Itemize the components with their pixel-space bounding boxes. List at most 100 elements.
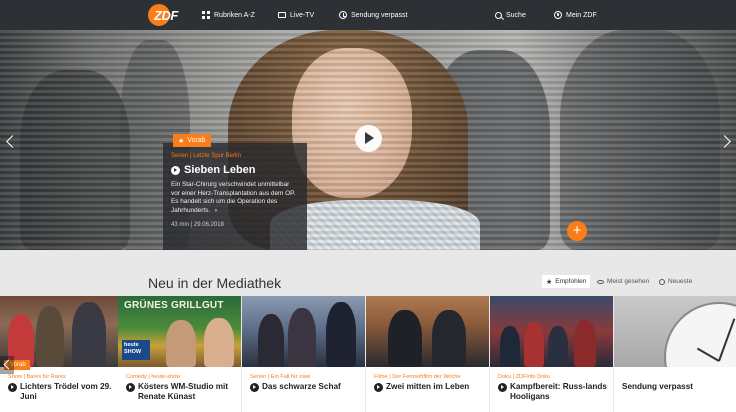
thumbnail-person [500, 326, 520, 367]
hero-pagination [353, 240, 384, 243]
thumbnail-person [524, 322, 544, 367]
card-category: Serien | Ein Fall für zwei [250, 374, 311, 380]
card-thumbnail [614, 296, 736, 412]
thumbnail-person [326, 302, 356, 367]
pagination-dot[interactable] [360, 240, 363, 243]
thumbnail-person [166, 320, 196, 367]
pagination-dot[interactable] [381, 240, 384, 243]
card-category: Show | Bares für Rares [8, 374, 66, 380]
nav-label: Sendung verpasst [351, 11, 408, 19]
play-icon [171, 165, 180, 175]
filter-empfohlen[interactable]: ★ Empfohlen [542, 275, 591, 288]
card-title-text: Das schwarze Schaf [262, 382, 341, 391]
nav-rubriken[interactable]: Rubriken A-Z [202, 0, 255, 30]
heute-show-logo: heute SHOW [122, 340, 150, 360]
hero-description-text: Ein Star-Chirurg verschwindet unmittelba… [171, 181, 296, 214]
user-icon [554, 11, 562, 19]
star-icon: ★ [178, 137, 185, 145]
card-title-text: Sendung verpasst [622, 382, 693, 391]
thumbnail-person [258, 314, 284, 367]
play-icon [250, 382, 259, 392]
card-title-text: Kampfbereit: Russ-lands Hooligans [510, 382, 607, 401]
thumbnail-person [72, 302, 106, 367]
card-title: Kampfbereit: Russ-lands Hooligans [498, 382, 610, 402]
cards-prev-arrow[interactable] [0, 356, 14, 374]
play-icon [374, 382, 383, 392]
hero-meta: 43 min | 29.06.2018 [171, 222, 224, 229]
clock-icon [659, 278, 665, 285]
card-title-text: Kösters WM-Studio mit Renate Künast [138, 382, 229, 401]
star-icon: ★ [546, 278, 553, 286]
card-thumbnail [242, 296, 365, 367]
hero-prev-arrow[interactable] [2, 130, 18, 154]
card-category: Comedy | heute-show [126, 374, 181, 380]
media-card[interactable]: Doku | ZDFinfo Doku Kampfbereit: Russ-la… [490, 296, 613, 412]
card-thumbnail: ‹ Vorab [0, 296, 123, 370]
nav-live-tv[interactable]: Live-TV [278, 0, 314, 30]
grid-icon [202, 11, 210, 19]
play-icon [126, 382, 135, 392]
card-thumbnail [366, 296, 489, 367]
play-icon [8, 382, 17, 392]
pagination-dot[interactable] [353, 240, 356, 243]
filter-label: Neueste [668, 278, 693, 285]
media-card[interactable]: Filme | Der Fernsehfilm der Woche Zwei m… [366, 296, 489, 412]
card-title-text: Lichters Trödel vom 29. Juni [20, 382, 112, 401]
thumbnail-person [432, 310, 466, 367]
card-title: Kösters WM-Studio mit Renate Künast [126, 382, 238, 402]
top-navigation: ZDF Rubriken A-Z Live-TV Sendung verpass… [0, 0, 736, 30]
hero-play-button[interactable] [355, 125, 382, 152]
card-title: Zwei mitten im Leben [374, 382, 486, 392]
thumbnail-person [548, 326, 568, 367]
eye-icon [597, 279, 604, 284]
nav-label: Suche [506, 11, 526, 19]
media-card[interactable]: Serien | Ein Fall für zwei Das schwarze … [242, 296, 365, 412]
hero-title[interactable]: Sieben Leben [171, 164, 299, 176]
card-thumbnail: GRÜNES GRILLGUT heute SHOW [118, 296, 241, 367]
media-card[interactable]: ‹ Vorab Show | Bares für Rares Lichters … [0, 296, 123, 412]
card-category: Doku | ZDFinfo Doku [498, 374, 551, 380]
sendung-verpasst-card[interactable]: Sendung verpasst [614, 296, 736, 412]
logo-text: ZDF [154, 8, 178, 23]
more-arrow-icon[interactable]: › [215, 207, 217, 216]
vorab-badge: ★ Vorab [173, 134, 211, 147]
zdf-logo[interactable]: ZDF [148, 4, 184, 26]
nav-label: Rubriken A-Z [214, 11, 255, 19]
card-title-text: Zwei mitten im Leben [386, 382, 470, 391]
hero-title-text: Sieben Leben [184, 164, 256, 176]
thumbnail-person [36, 306, 64, 367]
nav-label: Live-TV [290, 11, 315, 19]
card-title: Lichters Trödel vom 29. Juni [8, 382, 120, 402]
section-title: Neu in der Mediathek [148, 275, 282, 291]
card-thumbnail [490, 296, 613, 367]
search-icon [495, 11, 502, 19]
filter-neueste[interactable]: Neueste [655, 275, 696, 288]
nav-search[interactable]: Suche [495, 0, 526, 30]
pagination-dot[interactable] [367, 240, 370, 243]
hero-teaser-box[interactable]: Serien | Letzte Spur Berlin Sieben Leben… [163, 143, 307, 250]
play-icon [498, 382, 507, 392]
nav-label: Mein ZDF [566, 11, 597, 19]
badge-label: Vorab [187, 137, 206, 144]
card-title: Das schwarze Schaf [250, 382, 362, 392]
hero-description: Ein Star-Chirurg verschwindet unmittelba… [171, 181, 299, 215]
thumbnail-person [388, 310, 422, 367]
clock-icon [339, 11, 347, 19]
media-card[interactable]: GRÜNES GRILLGUT heute SHOW Comedy | heut… [118, 296, 241, 412]
thumbnail-person [204, 318, 234, 367]
pagination-dot[interactable] [374, 240, 377, 243]
thumbnail-person [574, 320, 596, 367]
filter-meist-gesehen[interactable]: Meist gesehen [593, 275, 653, 288]
nav-sendung-verpasst[interactable]: Sendung verpasst [339, 0, 407, 30]
page: ZDF Rubriken A-Z Live-TV Sendung verpass… [0, 0, 736, 412]
tv-icon [278, 12, 286, 18]
add-to-list-button[interactable]: + [567, 221, 587, 241]
hero-next-arrow[interactable] [718, 130, 734, 154]
hero-banner[interactable]: Serien | Letzte Spur Berlin Sieben Leben… [0, 30, 736, 250]
thumbnail-headline: GRÜNES GRILLGUT [124, 300, 224, 311]
nav-mein-zdf[interactable]: Mein ZDF [554, 0, 597, 30]
hero-category[interactable]: Serien | Letzte Spur Berlin [171, 153, 299, 159]
filter-label: Empfohlen [555, 278, 587, 285]
filter-label: Meist gesehen [607, 278, 650, 285]
thumbnail-person [288, 308, 316, 367]
